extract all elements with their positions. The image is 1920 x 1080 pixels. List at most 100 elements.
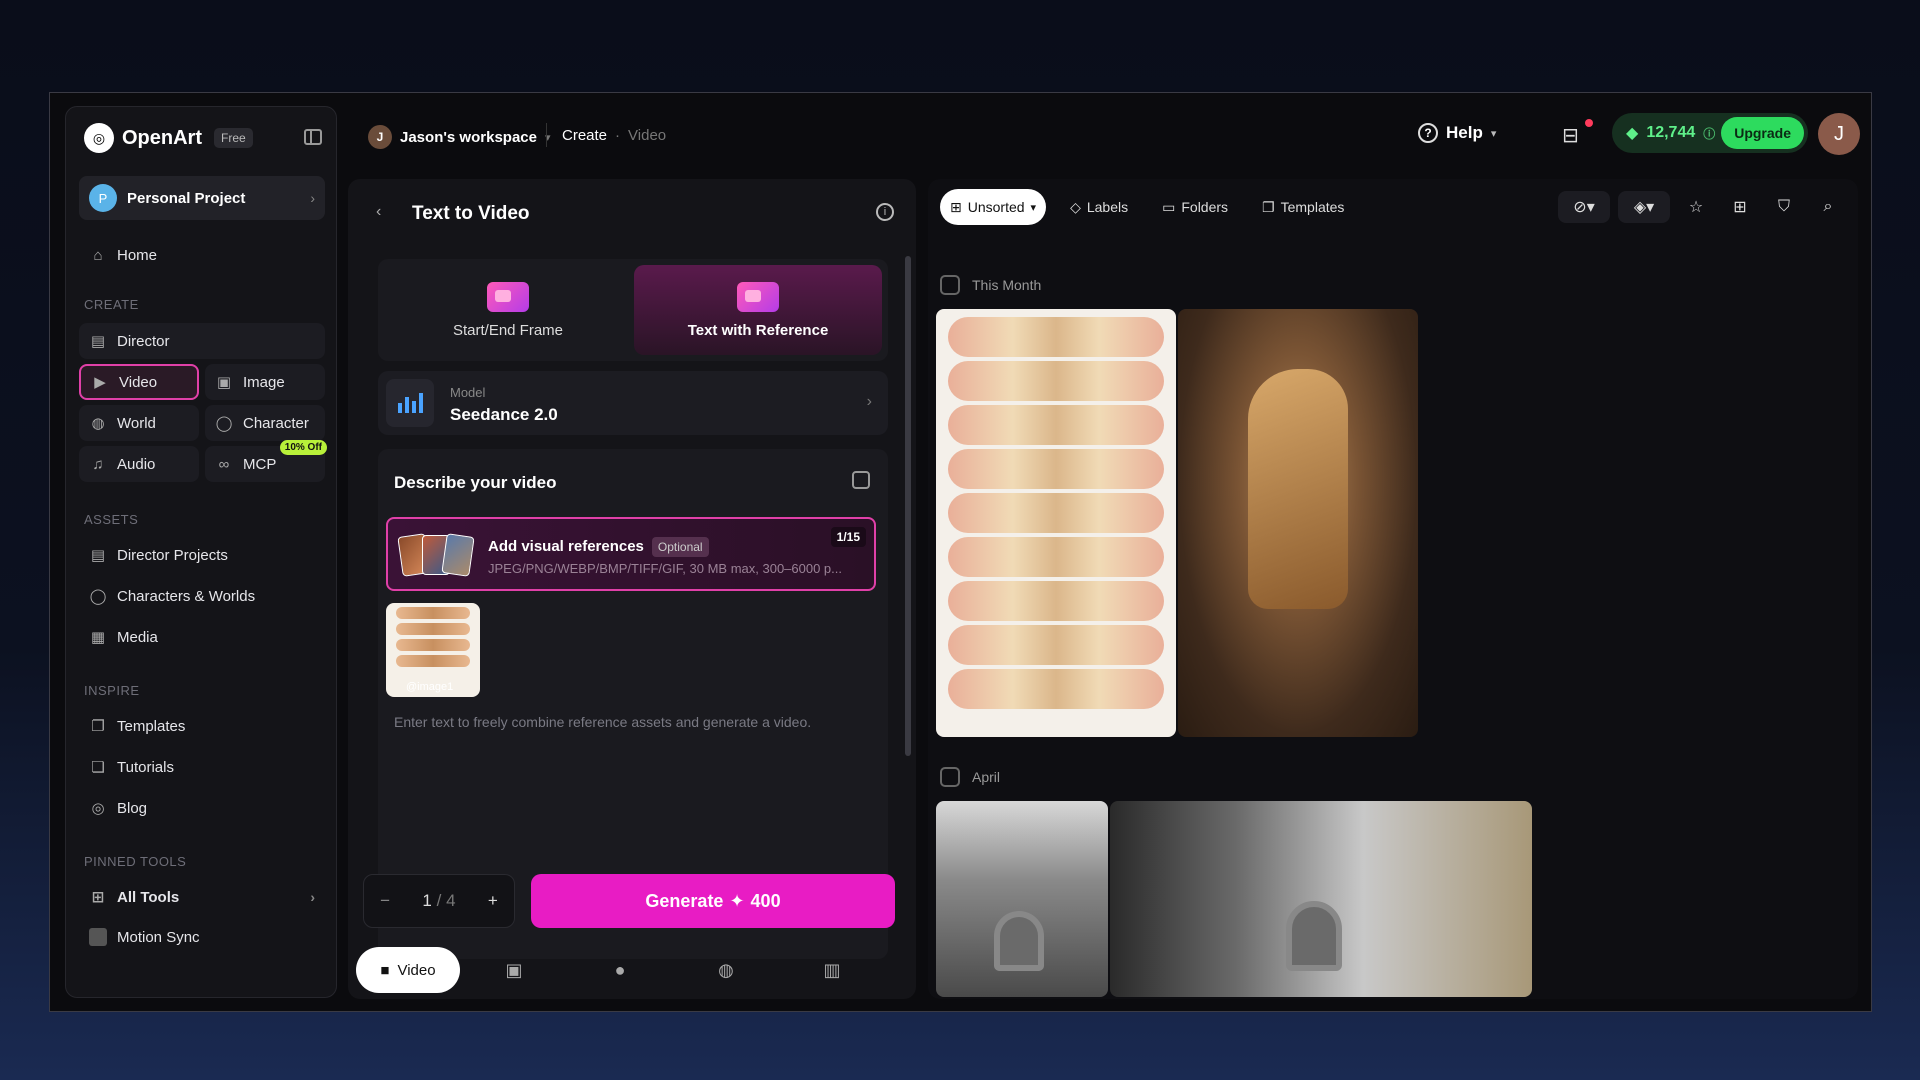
filter-icon[interactable]: ⛉ <box>1766 191 1802 223</box>
sidebar-item-world[interactable]: ◍ World <box>79 405 199 441</box>
model-icon <box>386 379 434 427</box>
gallery: ⊞ Unsorted ▾ ◇ Labels ▭ Folders ❐ Templa… <box>928 179 1858 999</box>
kangaroo-sculpture <box>1248 369 1348 609</box>
book-icon: ❏ <box>91 759 105 776</box>
sidebar-item-label: All Tools <box>117 888 180 906</box>
brand[interactable]: ◎ OpenArt Free <box>84 123 253 153</box>
expand-icon[interactable] <box>852 471 870 489</box>
reference-count: 1/15 <box>830 527 866 547</box>
character-icon: ◯ <box>215 415 233 432</box>
sidebar-item-templates[interactable]: ❐ Templates <box>79 708 195 744</box>
sidebar-item-mcp[interactable]: ∞ MCP 10% Off <box>205 440 327 482</box>
labels-button[interactable]: ◇ Labels <box>1060 189 1138 225</box>
sidebar-item-image[interactable]: ▣ Image <box>205 364 325 400</box>
reference-stack-icon <box>397 533 476 577</box>
sidebar-item-motion-sync[interactable]: Motion Sync <box>79 919 210 955</box>
prompt-input[interactable]: Enter text to freely combine reference a… <box>394 714 811 730</box>
edit-filter-icon[interactable]: ⊘▾ <box>1558 191 1610 223</box>
sparkle-icon: ✦ <box>729 890 745 911</box>
sidebar-item-audio[interactable]: ♫ Audio <box>79 446 199 482</box>
shapes-filter-icon[interactable]: ◈▾ <box>1618 191 1670 223</box>
globe-icon: ◍ <box>718 959 734 980</box>
sidebar-item-label: Director <box>117 332 170 350</box>
gallery-item[interactable] <box>936 309 1176 737</box>
sidebar-item-video[interactable]: ▶ Video <box>79 364 199 400</box>
director-icon: ▤ <box>90 333 106 350</box>
model-label: Model <box>450 385 486 400</box>
info-icon[interactable]: i <box>876 203 894 221</box>
generate-label: Generate <box>645 890 724 911</box>
gallery-item[interactable] <box>936 801 1108 997</box>
count-stepper: − 1 / 4 + <box>363 874 515 928</box>
topbar-divider <box>546 123 547 147</box>
sidebar-collapse-icon[interactable] <box>304 129 322 145</box>
back-icon[interactable]: ‹ <box>376 203 381 221</box>
sidebar-item-media[interactable]: ▦ Media <box>79 619 168 655</box>
grid-view-icon[interactable]: ⊞ <box>1722 191 1758 223</box>
breadcrumb-separator: · <box>615 127 621 144</box>
tab-audio[interactable]: ▥ <box>780 947 884 993</box>
mode-start-end-frame[interactable]: Start/End Frame <box>384 265 632 355</box>
templates-button[interactable]: ❐ Templates <box>1252 189 1354 225</box>
chevron-right-icon: › <box>866 393 872 410</box>
tab-character[interactable]: ● <box>568 947 672 993</box>
padlock-image <box>994 911 1044 971</box>
chevron-right-icon: › <box>310 190 315 206</box>
sidebar: ◎ OpenArt Free P Personal Project › ⌂ Ho… <box>65 106 337 998</box>
help-menu[interactable]: ? Help ▾ <box>1418 123 1496 143</box>
tab-image[interactable]: ▣ <box>462 947 566 993</box>
prompt-title: Describe your video <box>394 473 557 492</box>
sidebar-item-all-tools[interactable]: ⊞ All Tools › <box>79 879 325 915</box>
search-icon[interactable]: ⌕ <box>1810 191 1846 223</box>
sidebar-item-director[interactable]: ▤ Director <box>79 323 325 359</box>
sidebar-item-blog[interactable]: ◎ Blog <box>79 790 157 826</box>
help-label: Help <box>1446 123 1483 142</box>
tab-video[interactable]: ■ Video <box>356 947 460 993</box>
project-selector[interactable]: P Personal Project › <box>79 176 325 220</box>
gallery-item[interactable] <box>1110 801 1532 997</box>
sidebar-item-label: Blog <box>117 799 148 817</box>
section-label-inspire: INSPIRE <box>84 683 140 698</box>
generate-button[interactable]: Generate ✦ 400 <box>531 874 895 928</box>
gift-icon[interactable]: ⊟ <box>1562 123 1586 147</box>
star-icon[interactable]: ☆ <box>1678 191 1714 223</box>
workspace-name: Jason's workspace <box>400 128 537 146</box>
project-avatar: P <box>89 184 117 212</box>
frames-icon <box>487 281 529 312</box>
sidebar-item-home[interactable]: ⌂ Home <box>79 237 167 273</box>
credits-pill[interactable]: ◆ 12,744 ⓘ Upgrade <box>1612 113 1808 153</box>
panel-scrollbar[interactable] <box>905 256 911 756</box>
section-label-create: CREATE <box>84 297 139 312</box>
sort-dropdown[interactable]: ⊞ Unsorted ▾ <box>940 189 1047 225</box>
tab-world[interactable]: ◍ <box>674 947 778 993</box>
workspace-avatar: J <box>368 125 392 149</box>
decrement-button[interactable]: − <box>380 891 390 911</box>
add-references-button[interactable]: Add visual references Optional JPEG/PNG/W… <box>386 517 876 591</box>
sidebar-item-character[interactable]: ◯ Character <box>205 405 325 441</box>
character-icon: ◯ <box>89 588 107 605</box>
sidebar-item-director-projects[interactable]: ▤ Director Projects <box>79 537 238 573</box>
video-icon: ▶ <box>94 374 106 391</box>
media-type-tabs: ■ Video ▣ ● ◍ ▥ <box>356 945 908 995</box>
upgrade-button[interactable]: Upgrade <box>1721 117 1804 149</box>
padlock-image <box>1286 901 1342 971</box>
model-selector[interactable]: Model Seedance 2.0 › <box>378 371 888 435</box>
select-all-checkbox[interactable] <box>940 767 960 787</box>
sidebar-item-label: Home <box>117 246 158 264</box>
section-label: April <box>972 769 1001 785</box>
sidebar-item-characters-worlds[interactable]: ◯ Characters & Worlds <box>79 578 265 614</box>
image-icon: ▣ <box>216 374 232 391</box>
templates-label: Templates <box>1280 199 1345 215</box>
user-avatar[interactable]: J <box>1818 113 1860 155</box>
breadcrumb-create[interactable]: Create <box>562 127 607 144</box>
reference-image-thumb[interactable]: @image1 <box>386 603 480 697</box>
increment-button[interactable]: + <box>488 891 498 911</box>
workspace-selector[interactable]: J Jason's workspace ▾ <box>368 125 551 149</box>
gallery-item[interactable] <box>1178 309 1418 737</box>
mode-text-with-reference[interactable]: Text with Reference <box>634 265 882 355</box>
audio-icon: ▥ <box>823 959 841 980</box>
count-value: 1 / 4 <box>422 891 456 910</box>
folders-button[interactable]: ▭ Folders <box>1152 189 1238 225</box>
select-all-checkbox[interactable] <box>940 275 960 295</box>
sidebar-item-tutorials[interactable]: ❏ Tutorials <box>79 749 184 785</box>
